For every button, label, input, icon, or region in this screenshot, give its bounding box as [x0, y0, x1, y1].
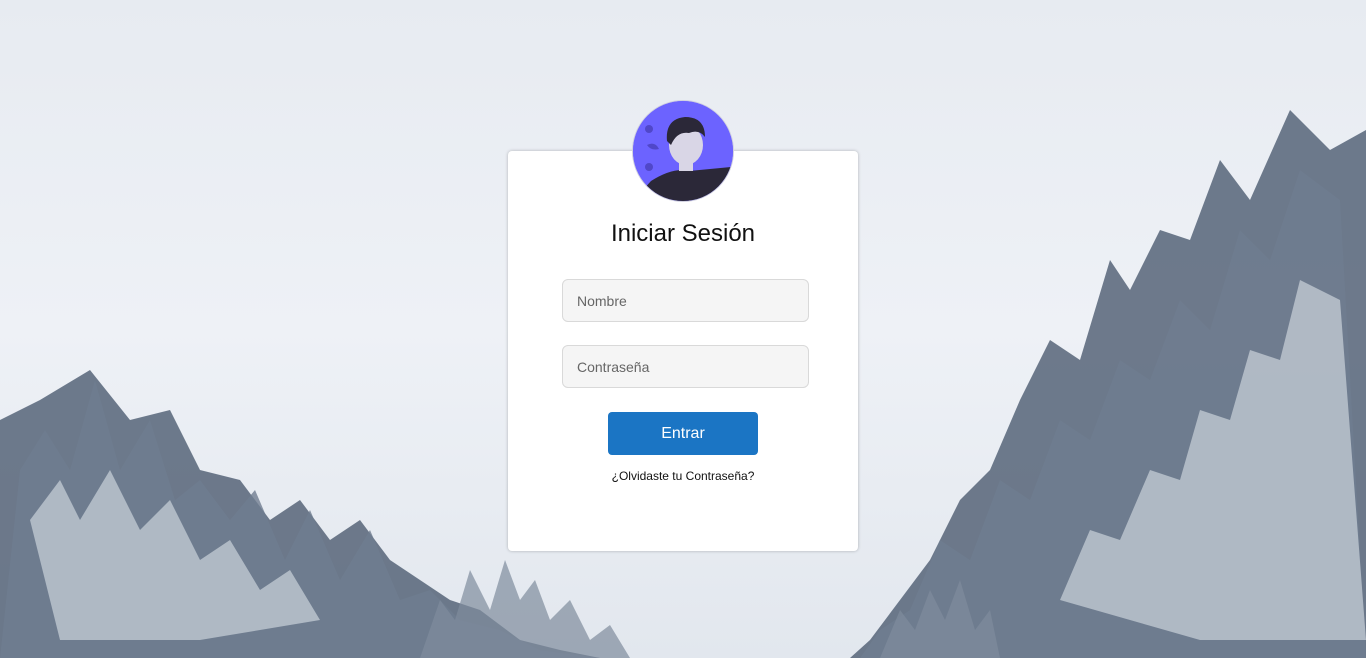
forgot-password-link[interactable]: ¿Olvidaste tu Contraseña?: [508, 469, 858, 483]
page-title: Iniciar Sesión: [610, 220, 756, 247]
username-input[interactable]: [562, 279, 809, 322]
submit-button[interactable]: Entrar: [608, 412, 758, 455]
user-avatar-icon: [632, 100, 734, 202]
password-input[interactable]: [562, 345, 809, 388]
